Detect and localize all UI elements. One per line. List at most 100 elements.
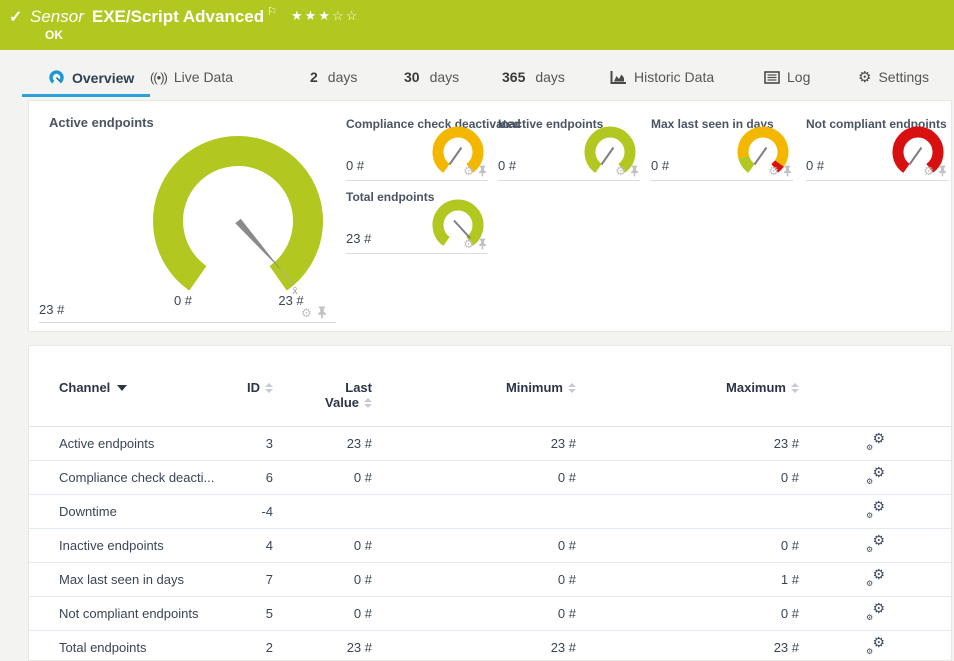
header-label: Maximum [726, 380, 786, 395]
tab-365-days[interactable]: 365 days [502, 69, 565, 85]
pin-icon[interactable] [938, 165, 947, 177]
gauge-actions: ⚙ [463, 165, 487, 177]
last-value: 23 # [283, 436, 382, 451]
maximum-value: 0 # [586, 538, 809, 553]
channels-table: Channel ID Last Value Minimum Maximum [28, 345, 952, 661]
sensor-name: EXE/Script Advanced [92, 7, 264, 26]
channel-settings-icon[interactable]: ⚙⚙ [866, 434, 885, 451]
tab-settings[interactable]: ⚙ Settings [858, 69, 929, 85]
minimum-value: 0 # [382, 606, 586, 621]
sort-desc-icon [117, 385, 127, 391]
log-icon [764, 71, 780, 84]
header-label: Minimum [506, 380, 563, 395]
table-row: Active endpoints 3 23 # 23 # 23 # ⚙⚙ [29, 427, 951, 461]
tab-2-days[interactable]: 2 days [310, 69, 357, 85]
gear-icon[interactable]: ⚙ [463, 238, 474, 250]
tab-label: days [430, 69, 460, 85]
gear-icon[interactable]: ⚙ [463, 165, 474, 177]
table-row: Inactive endpoints 4 0 # 0 # 0 # ⚙⚙ [29, 529, 951, 563]
tab-bar: Overview ((•)) Live Data 2 days 30 days … [0, 60, 954, 97]
channel-id: 7 [249, 572, 283, 587]
broadcast-icon: ((•)) [150, 70, 167, 85]
channel-settings-icon[interactable]: ⚙⚙ [866, 536, 885, 553]
priority-stars[interactable]: ★★★☆☆ [291, 8, 359, 23]
column-header-id[interactable]: ID [249, 380, 283, 395]
gauge-needle [235, 219, 282, 271]
gauge-current-value: 0 # [498, 158, 516, 173]
stars-filled: ★★★ [291, 8, 332, 23]
gauge-actions: ⚙ [615, 165, 639, 177]
minimum-value: 23 # [382, 436, 586, 451]
gear-icon[interactable]: ⚙ [301, 307, 312, 319]
tab-live-data[interactable]: ((•)) Live Data [150, 69, 233, 85]
gauge-needle [910, 148, 922, 165]
pin-icon[interactable] [630, 165, 639, 177]
minimum-value: 0 # [382, 572, 586, 587]
last-value: 0 # [283, 606, 382, 621]
sort-icon [791, 383, 799, 393]
channel-id: -4 [249, 504, 283, 519]
flag-icon[interactable]: ⚐ [267, 6, 277, 18]
maximum-value: 23 # [586, 436, 809, 451]
channel-settings-icon[interactable]: ⚙⚙ [866, 638, 885, 655]
sort-icon [265, 383, 273, 393]
gauge-current-value: 0 # [806, 158, 824, 173]
minimum-value: 0 # [382, 538, 586, 553]
header-label: Last [345, 380, 372, 395]
tab-30-days[interactable]: 30 days [404, 69, 459, 85]
last-value: 0 # [283, 470, 382, 485]
maximum-value: 0 # [586, 606, 809, 621]
column-header-last-value[interactable]: Last Value [283, 380, 382, 410]
column-header-channel[interactable]: Channel [59, 380, 249, 395]
tab-overview[interactable]: Overview [48, 69, 134, 86]
header-label: ID [247, 380, 260, 395]
channel-name[interactable]: Total endpoints [59, 640, 249, 655]
tab-number: 30 [404, 69, 420, 85]
gear-icon[interactable]: ⚙ [615, 165, 626, 177]
gauge-not-compliant-endpoints: Not compliant endpoints 0 # ⚙ [806, 118, 948, 181]
sensor-header: ✓ SensorEXE/Script Advanced⚐★★★☆☆ OK [0, 0, 954, 50]
sensor-page: ✓ SensorEXE/Script Advanced⚐★★★☆☆ OK Ove… [0, 0, 954, 661]
gauge-total-endpoints: Total endpoints 23 # ⚙ [346, 191, 488, 254]
column-header-maximum[interactable]: Maximum [586, 380, 809, 395]
pin-icon[interactable] [478, 238, 487, 250]
channel-id: 2 [249, 640, 283, 655]
tab-historic-data[interactable]: Historic Data [610, 69, 714, 85]
maximum-value: 0 # [586, 470, 809, 485]
last-value: 23 # [283, 640, 382, 655]
channel-id: 4 [249, 538, 283, 553]
sort-icon [568, 383, 576, 393]
channel-name[interactable]: Not compliant endpoints [59, 606, 249, 621]
gear-icon[interactable]: ⚙ [923, 165, 934, 177]
column-header-minimum[interactable]: Minimum [382, 380, 586, 395]
gauge-actions: ⚙ [301, 306, 327, 319]
gear-icon[interactable]: ⚙ [768, 165, 779, 177]
channel-settings-icon[interactable]: ⚙⚙ [866, 604, 885, 621]
sensor-titleline: SensorEXE/Script Advanced⚐★★★☆☆ [30, 5, 359, 27]
channel-name[interactable]: Inactive endpoints [59, 538, 249, 553]
header-label: Value [325, 395, 359, 410]
pin-icon[interactable] [317, 306, 327, 319]
maximum-value: 1 # [586, 572, 809, 587]
gauge-title: Total endpoints [346, 190, 434, 204]
channel-name[interactable]: Active endpoints [59, 436, 249, 451]
stars-empty: ☆☆ [332, 8, 359, 23]
area-chart-icon [610, 70, 627, 85]
channel-settings-icon[interactable]: ⚙⚙ [866, 502, 885, 519]
table-row: Downtime -4 ⚙⚙ [29, 495, 951, 529]
table-row: Max last seen in days 7 0 # 0 # 1 # ⚙⚙ [29, 563, 951, 597]
gauge-actions: ⚙ [923, 165, 947, 177]
channel-name[interactable]: Compliance check deacti... [59, 470, 249, 485]
gauge-compliance-check-deactivated: Compliance check deactivated 0 # ⚙ [346, 118, 488, 181]
channel-name[interactable]: Downtime [59, 504, 249, 519]
gear-icon: ⚙ [858, 70, 871, 85]
channel-name[interactable]: Max last seen in days [59, 572, 249, 587]
pin-icon[interactable] [783, 165, 792, 177]
channel-id: 6 [249, 470, 283, 485]
panel-divider [39, 322, 336, 323]
channel-settings-icon[interactable]: ⚙⚙ [866, 468, 885, 485]
channel-settings-icon[interactable]: ⚙⚙ [866, 570, 885, 587]
pin-icon[interactable] [478, 165, 487, 177]
gauge-current-value: 0 # [651, 158, 669, 173]
tab-log[interactable]: Log [764, 69, 810, 85]
